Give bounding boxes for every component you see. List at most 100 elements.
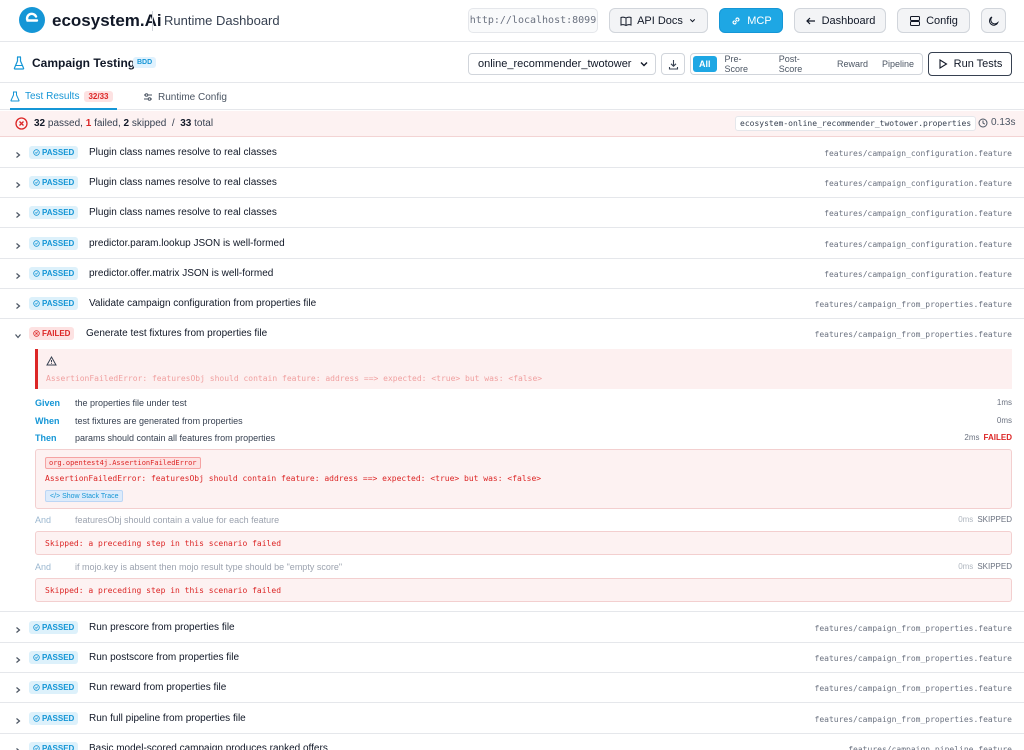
show-stack-trace-button[interactable]: </> Show Stack Trace — [45, 490, 124, 502]
chevron-right-icon[interactable] — [14, 299, 22, 313]
check-circle-icon — [33, 624, 40, 631]
scenario-title: Basic model-scored campaign produces ran… — [89, 743, 328, 750]
link-icon — [732, 16, 740, 25]
bdd-badge: BDD — [133, 57, 157, 68]
results-summary: 32 passed, 1 failed, 2 skipped / 33 tota… — [0, 111, 1024, 137]
campaign-select[interactable]: online_recommender_twotower — [468, 53, 656, 75]
scenario-row[interactable]: PASSED predictor.offer.matrix JSON is wel… — [0, 259, 1024, 289]
chevron-right-icon[interactable] — [14, 714, 22, 728]
status-badge: PASSED — [29, 146, 79, 159]
ecosystem-logo-icon[interactable] — [19, 7, 45, 33]
mcp-button[interactable]: MCP — [719, 8, 783, 33]
run-tests-button[interactable]: Run Tests — [928, 52, 1012, 76]
warning-icon — [46, 356, 57, 366]
scenario-row[interactable]: PASSED Basic model-scored campaign produc… — [0, 734, 1024, 750]
step-given: Given the properties file under test 1ms — [35, 398, 1012, 408]
app-subtitle: Runtime Dashboard — [164, 13, 280, 28]
filter-pipeline[interactable]: Pipeline — [876, 56, 920, 72]
summary-counts: 32 passed, 1 failed, 2 skipped / 33 tota… — [34, 118, 214, 129]
scenario-row[interactable]: PASSED Plugin class names resolve to real… — [0, 138, 1024, 168]
tab-runtime-config[interactable]: Runtime Config — [143, 84, 227, 110]
chevron-right-icon[interactable] — [14, 148, 22, 162]
chevron-down-icon — [689, 19, 696, 23]
check-circle-icon — [33, 209, 40, 216]
failure-banner: AssertionFailedError: featuresObj should… — [35, 349, 1012, 389]
dashboard-label: Dashboard — [821, 14, 876, 27]
scope-filter: All Pre-Score Post-Score Reward Pipeline — [690, 53, 923, 75]
scenario-row[interactable]: PASSED Run prescore from properties file f… — [0, 613, 1024, 643]
chevron-right-icon[interactable] — [14, 683, 22, 697]
chevron-right-icon[interactable] — [14, 744, 22, 750]
check-circle-icon — [33, 300, 40, 307]
scenario-row[interactable]: PASSED Validate campaign configuration fr… — [0, 289, 1024, 319]
x-circle-icon — [33, 330, 40, 337]
chevron-down-icon — [640, 62, 648, 67]
scenario-title: predictor.param.lookup JSON is well-form… — [89, 238, 285, 249]
scenario-title: Plugin class names resolve to real class… — [89, 177, 277, 188]
config-button[interactable]: Config — [897, 8, 970, 33]
scenario-title: Run full pipeline from properties file — [89, 713, 246, 724]
tab-bar: Test Results 32/33 Runtime Config — [0, 84, 1024, 110]
step-and-skipped-2: And if mojo.key is absent then mojo resu… — [35, 562, 1012, 572]
check-circle-icon — [33, 745, 40, 750]
scenario-row[interactable]: PASSED Run full pipeline from properties … — [0, 704, 1024, 734]
run-tests-label: Run Tests — [953, 58, 1003, 70]
scenario-title: Plugin class names resolve to real class… — [89, 147, 277, 158]
status-badge: PASSED — [29, 621, 79, 634]
filter-all[interactable]: All — [693, 56, 717, 72]
scenario-row[interactable]: PASSED Run postscore from properties file… — [0, 643, 1024, 673]
scenario-row[interactable]: FAILED Generate test fixtures from proper… — [0, 319, 1024, 349]
filter-pre-score[interactable]: Pre-Score — [719, 51, 771, 77]
filter-reward[interactable]: Reward — [831, 56, 874, 72]
server-url: http://localhost:8099 — [468, 8, 598, 33]
total-duration: 0.13s — [978, 117, 1015, 128]
config-label: Config — [926, 14, 958, 27]
theme-toggle-button[interactable] — [981, 8, 1006, 33]
feature-file-path: features/campaign_configuration.feature — [824, 209, 1012, 218]
step-failed-status: FAILED — [983, 433, 1012, 442]
feature-file-path: features/campaign_pipeline.feature — [848, 745, 1012, 750]
feature-file-path: features/campaign_from_properties.featur… — [814, 330, 1012, 339]
feature-file-path: features/campaign_configuration.feature — [824, 240, 1012, 249]
step-when: When test fixtures are generated from pr… — [35, 416, 1012, 426]
status-badge: PASSED — [29, 176, 79, 189]
tab-runtime-config-label: Runtime Config — [158, 91, 227, 103]
feature-file-path: features/campaign_configuration.feature — [824, 179, 1012, 188]
top-bar: ecosystem.Ai Runtime Dashboard http://lo… — [0, 0, 1024, 42]
campaign-select-value: online_recommender_twotower — [478, 58, 632, 70]
brand-name: ecosystem.Ai — [52, 11, 162, 30]
status-badge: FAILED — [29, 327, 75, 340]
download-button[interactable] — [661, 53, 685, 75]
scenario-title: Validate campaign configuration from pro… — [89, 298, 317, 309]
scenario-row[interactable]: PASSED predictor.param.lookup JSON is wel… — [0, 229, 1024, 259]
scenario-title: Run postscore from properties file — [89, 652, 240, 663]
feature-file-path: features/campaign_from_properties.featur… — [814, 654, 1012, 663]
check-circle-icon — [33, 270, 40, 277]
filter-post-score[interactable]: Post-Score — [773, 51, 829, 77]
chevron-right-icon[interactable] — [14, 623, 22, 637]
chevron-right-icon[interactable] — [14, 239, 22, 253]
chevron-right-icon[interactable] — [14, 178, 22, 192]
scenario-row[interactable]: PASSED Run reward from properties file fea… — [0, 673, 1024, 703]
status-badge: PASSED — [29, 712, 79, 725]
chevron-down-icon[interactable] — [14, 329, 22, 343]
tab-test-results[interactable]: Test Results 32/33 — [10, 84, 117, 110]
check-circle-icon — [33, 684, 40, 691]
scenario-row[interactable]: PASSED Plugin class names resolve to real… — [0, 168, 1024, 198]
flask-icon — [10, 91, 20, 101]
dashboard-button[interactable]: Dashboard — [794, 8, 886, 33]
status-badge: PASSED — [29, 237, 79, 250]
chevron-right-icon[interactable] — [14, 269, 22, 283]
scenario-row[interactable]: PASSED Plugin class names resolve to real… — [0, 198, 1024, 228]
step-then: Then params should contain all features … — [35, 433, 1012, 443]
chevron-right-icon[interactable] — [14, 208, 22, 222]
arrow-left-icon — [805, 17, 815, 24]
status-badge: PASSED — [29, 651, 79, 664]
sliders-icon — [144, 93, 152, 101]
chevron-right-icon[interactable] — [14, 653, 22, 667]
clock-icon — [978, 118, 988, 127]
status-badge: PASSED — [29, 681, 79, 694]
status-badge: PASSED — [29, 206, 79, 219]
play-icon — [939, 59, 948, 69]
api-docs-button[interactable]: API Docs — [609, 8, 708, 33]
